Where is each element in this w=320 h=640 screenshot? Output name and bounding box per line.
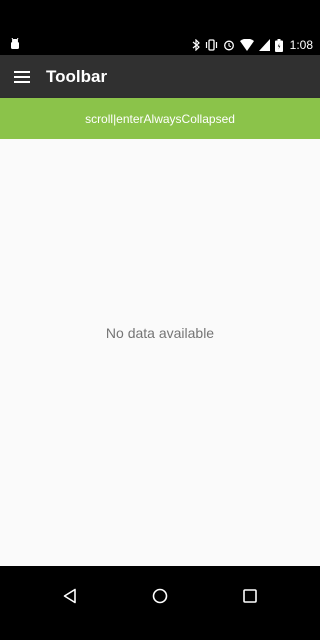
scroll-flags-bar: scroll|enterAlwaysCollapsed: [0, 98, 320, 139]
home-button[interactable]: [140, 576, 180, 616]
alarm-icon: [223, 40, 234, 51]
vibrate-icon: [205, 39, 217, 51]
bluetooth-icon: [192, 39, 200, 51]
menu-button[interactable]: [0, 55, 44, 98]
android-debug-icon: [11, 38, 19, 49]
status-bar: 1:08: [0, 0, 320, 55]
hamburger-menu-icon: [14, 70, 30, 83]
wifi-icon: [239, 39, 254, 51]
signal-icon: [258, 39, 270, 51]
toolbar-title: Toolbar: [46, 66, 108, 86]
navigation-bar: [0, 566, 320, 640]
home-icon: [152, 588, 168, 604]
recents-button[interactable]: [230, 576, 270, 616]
back-icon: [63, 588, 76, 604]
back-button[interactable]: [50, 576, 90, 616]
toolbar: Toolbar: [0, 55, 320, 98]
content-area[interactable]: No data available: [0, 139, 320, 566]
empty-state-message: No data available: [105, 325, 215, 341]
recents-icon: [243, 589, 257, 603]
status-clock: 1:08: [289, 38, 313, 52]
battery-icon: [274, 38, 283, 52]
scroll-flags-label: scroll|enterAlwaysCollapsed: [85, 111, 235, 126]
